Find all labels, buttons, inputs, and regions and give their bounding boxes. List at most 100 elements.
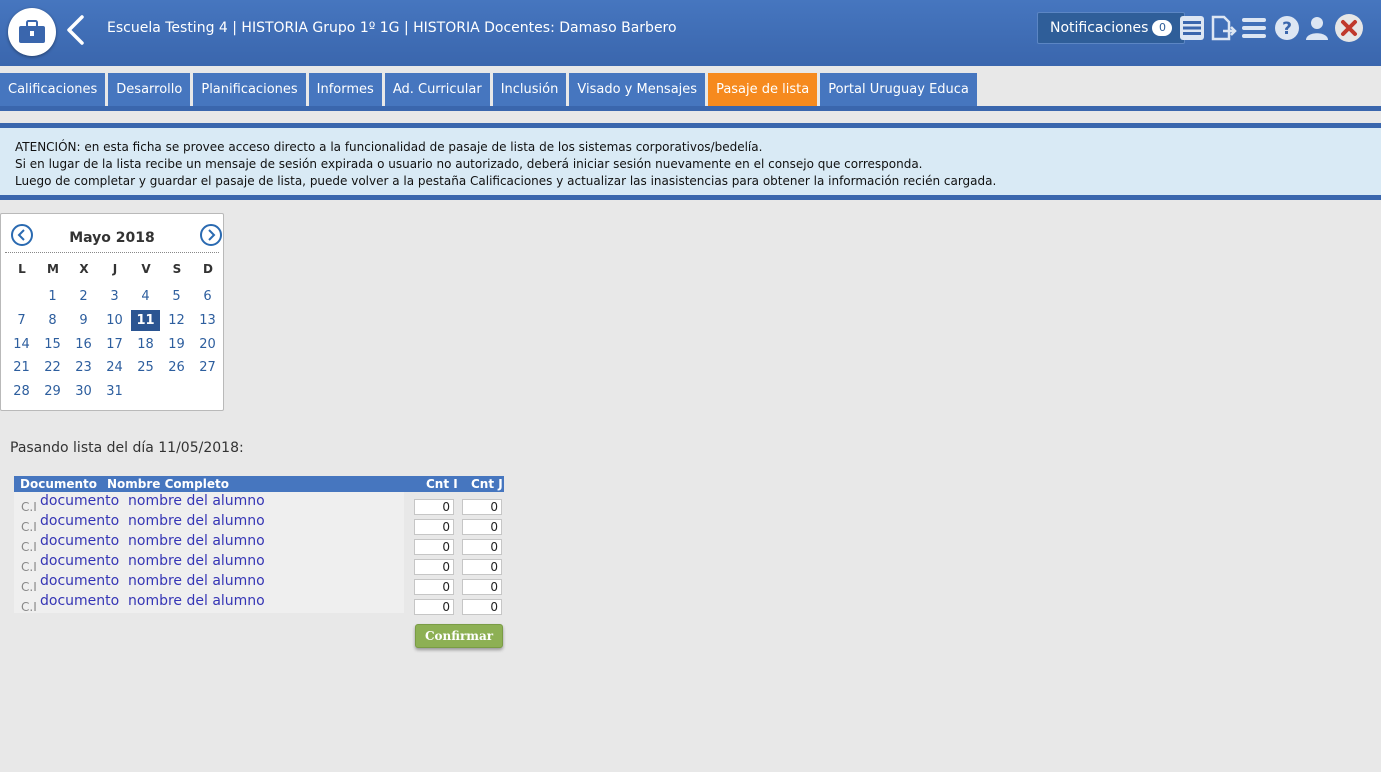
ci-label: C.I <box>21 540 37 554</box>
cnt-j-input[interactable] <box>462 579 502 595</box>
calendar-day[interactable]: 26 <box>162 357 191 378</box>
weekday-header: J <box>112 262 118 276</box>
close-icon[interactable] <box>1334 13 1364 43</box>
cnt-i-input[interactable] <box>414 599 454 615</box>
cnt-i-input[interactable] <box>414 519 454 535</box>
cnt-j-input[interactable] <box>462 499 502 515</box>
calendar-day[interactable]: 13 <box>193 310 222 331</box>
calendar-day[interactable]: 20 <box>193 334 222 355</box>
calendar-divider <box>5 252 219 253</box>
calendar-day[interactable]: 4 <box>131 286 160 307</box>
tab-planificaciones[interactable]: Planificaciones <box>193 73 306 106</box>
student-document-link[interactable]: documento <box>40 553 119 569</box>
next-month-button[interactable] <box>200 224 222 246</box>
calendar-day[interactable]: 31 <box>100 381 129 402</box>
calendar-day[interactable]: 22 <box>38 357 67 378</box>
calendar-day[interactable]: 7 <box>7 310 36 331</box>
weekday-header: D <box>203 262 213 276</box>
student-name-link[interactable]: nombre del alumno <box>128 493 265 509</box>
calendar-day[interactable]: 16 <box>69 334 98 355</box>
weekday-header: M <box>47 262 59 276</box>
app-logo[interactable] <box>8 8 56 56</box>
calendar-day[interactable]: 24 <box>100 357 129 378</box>
tab-inclusion[interactable]: Inclusión <box>492 73 567 106</box>
calendar: Mayo 2018 L M X J V S D 1 2 3 4 5 6 7 8 9 10 11 12 13 14 15 16… <box>0 213 224 411</box>
notifications-label: Notificaciones <box>1050 20 1149 36</box>
student-name-link[interactable]: nombre del alumno <box>128 553 265 569</box>
calendar-day[interactable]: 30 <box>69 381 98 402</box>
notifications-button[interactable]: Notificaciones 0 <box>1037 12 1186 44</box>
cnt-i-input[interactable] <box>414 559 454 575</box>
cnt-i-input[interactable] <box>414 539 454 555</box>
cnt-i-input[interactable] <box>414 499 454 515</box>
ci-label: C.I <box>21 520 37 534</box>
notifications-count-badge: 0 <box>1152 20 1173 36</box>
student-document-link[interactable]: documento <box>40 573 119 589</box>
calendar-day[interactable]: 18 <box>131 334 160 355</box>
ci-label: C.I <box>21 580 37 594</box>
list-document-icon[interactable] <box>1178 14 1206 42</box>
student-name-link[interactable]: nombre del alumno <box>128 593 265 609</box>
calendar-day[interactable]: 14 <box>7 334 36 355</box>
calendar-day[interactable]: 28 <box>7 381 36 402</box>
tab-pasaje-de-lista[interactable]: Pasaje de lista <box>708 73 818 106</box>
back-arrow-icon[interactable] <box>64 14 86 46</box>
calendar-day[interactable]: 21 <box>7 357 36 378</box>
cnt-j-input[interactable] <box>462 599 502 615</box>
tab-visado-mensajes[interactable]: Visado y Mensajes <box>569 73 706 106</box>
top-bar: Escuela Testing 4 | HISTORIA Grupo 1º 1G… <box>0 0 1381 66</box>
calendar-day[interactable]: 5 <box>162 286 191 307</box>
calendar-day[interactable]: 6 <box>193 286 222 307</box>
cnt-j-input[interactable] <box>462 539 502 555</box>
confirm-button[interactable]: Confirmar <box>415 624 503 648</box>
cnt-i-input[interactable] <box>414 579 454 595</box>
notice-line: ATENCIÓN: en esta ficha se provee acceso… <box>15 140 763 154</box>
col-documento: Documento <box>20 477 98 491</box>
tab-bar: Calificaciones Desarrollo Planificacione… <box>0 73 980 106</box>
calendar-day[interactable]: 9 <box>69 310 98 331</box>
user-icon[interactable] <box>1303 14 1331 42</box>
cnt-j-input[interactable] <box>462 519 502 535</box>
student-name-link[interactable]: nombre del alumno <box>128 513 265 529</box>
passing-list-date: Pasando lista del día 11/05/2018: <box>10 440 244 456</box>
calendar-day[interactable]: 29 <box>38 381 67 402</box>
calendar-month-label: Mayo 2018 <box>69 230 155 246</box>
calendar-day[interactable]: 25 <box>131 357 160 378</box>
tab-informes[interactable]: Informes <box>308 73 382 106</box>
calendar-day-selected[interactable]: 11 <box>131 310 160 331</box>
weekday-header: X <box>79 262 89 276</box>
tab-portal-uruguay-educa[interactable]: Portal Uruguay Educa <box>820 73 977 106</box>
calendar-day[interactable]: 15 <box>38 334 67 355</box>
calendar-day[interactable]: 3 <box>100 286 129 307</box>
col-cnt-j: Cnt J <box>471 477 503 491</box>
ci-label: C.I <box>21 500 37 514</box>
tabs-underline <box>0 106 1381 111</box>
menu-icon[interactable] <box>1240 14 1268 42</box>
weekday-header: V <box>141 262 151 276</box>
student-document-link[interactable]: documento <box>40 533 119 549</box>
calendar-day[interactable]: 23 <box>69 357 98 378</box>
export-file-icon[interactable] <box>1209 14 1237 42</box>
weekday-header: S <box>172 262 182 276</box>
calendar-day[interactable]: 19 <box>162 334 191 355</box>
student-document-link[interactable]: documento <box>40 513 119 529</box>
student-document-link[interactable]: documento <box>40 593 119 609</box>
page-title: Escuela Testing 4 | HISTORIA Grupo 1º 1G… <box>107 20 677 36</box>
notice-line: Luego de completar y guardar el pasaje d… <box>15 174 997 188</box>
tab-ad-curricular[interactable]: Ad. Curricular <box>384 73 490 106</box>
calendar-day[interactable]: 12 <box>162 310 191 331</box>
calendar-day[interactable]: 8 <box>38 310 67 331</box>
student-document-link[interactable]: documento <box>40 493 119 509</box>
tab-calificaciones[interactable]: Calificaciones <box>0 73 106 106</box>
calendar-day[interactable]: 1 <box>38 286 67 307</box>
calendar-day[interactable]: 27 <box>193 357 222 378</box>
student-name-link[interactable]: nombre del alumno <box>128 533 265 549</box>
calendar-day[interactable]: 2 <box>69 286 98 307</box>
cnt-j-input[interactable] <box>462 559 502 575</box>
ci-label: C.I <box>21 600 37 614</box>
tab-desarrollo[interactable]: Desarrollo <box>108 73 191 106</box>
calendar-day[interactable]: 10 <box>100 310 129 331</box>
calendar-day[interactable]: 17 <box>100 334 129 355</box>
help-icon[interactable]: ? <box>1273 14 1301 42</box>
student-name-link[interactable]: nombre del alumno <box>128 573 265 589</box>
